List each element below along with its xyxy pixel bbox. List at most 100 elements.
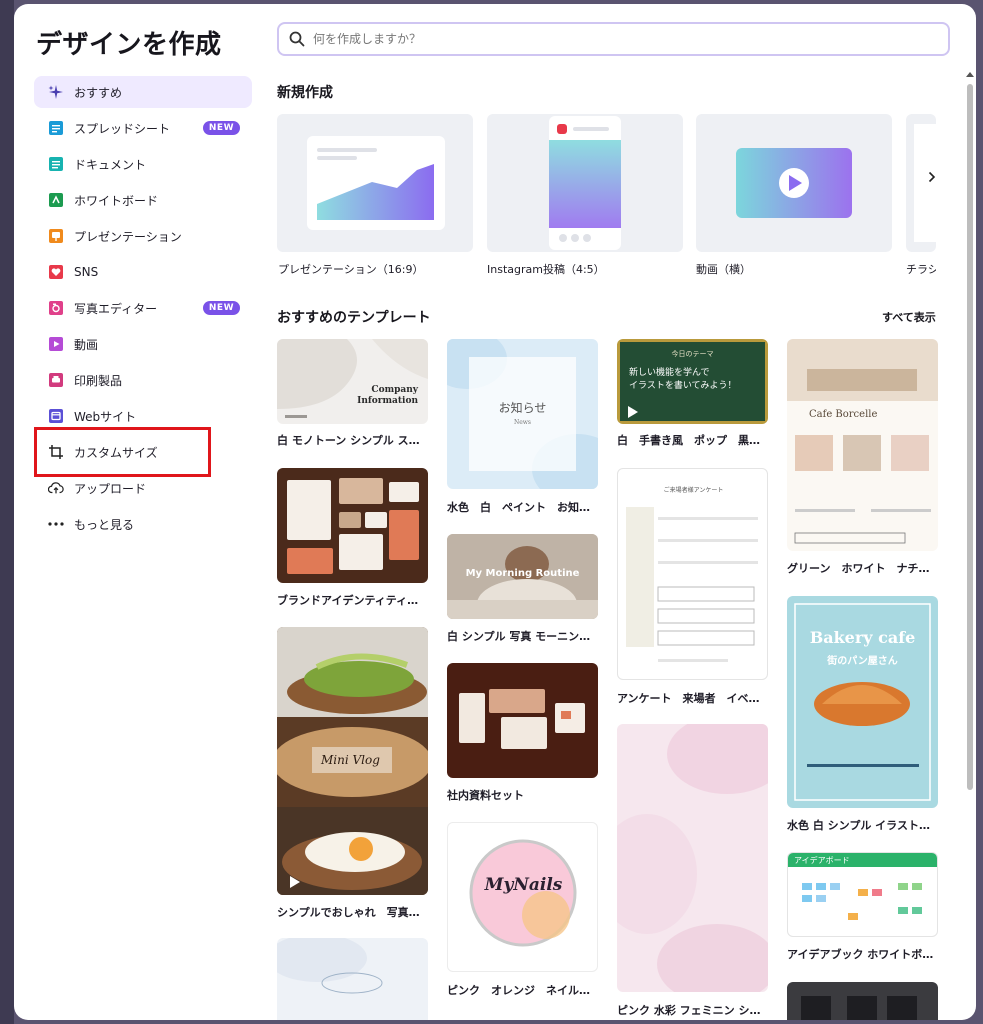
template-label: 水色 白 シンプル イラスト… — [787, 819, 930, 832]
template-label: アイデアブック ホワイトボ… — [787, 948, 934, 961]
new-item-label: Instagram投稿（4:5） — [487, 263, 605, 276]
template-thumb-text: My Morning Routine — [465, 568, 580, 579]
sidebar-item-label: ドキュメント — [74, 157, 147, 172]
template-thumbnail[interactable] — [277, 938, 428, 1020]
template-thumb-text: Bakery cafe — [809, 628, 916, 647]
sidebar-item-photo-editor[interactable]: 写真エディター NEW — [34, 292, 252, 324]
template-thumbnail[interactable] — [277, 468, 428, 583]
template-label: 社内資料セット — [447, 789, 524, 802]
template-label: 白 手書き風 ポップ 黒… — [617, 434, 760, 447]
template-label: 白 モノトーン シンプル ス… — [277, 434, 420, 447]
create-design-dialog: デザインを作成 おすすめ スプレッドシート NEW ドキュメント ホワイトボード… — [14, 4, 976, 1020]
chevron-right-icon — [928, 171, 936, 183]
sidebar-item-label: ホワイトボード — [74, 193, 159, 208]
template-thumbnail[interactable]: MyNails — [447, 822, 598, 972]
show-all-link[interactable]: すべて表示 — [882, 309, 936, 325]
more-dots-icon — [48, 516, 64, 532]
new-video-card[interactable] — [696, 114, 892, 252]
scroll-up-arrow-icon[interactable] — [965, 70, 975, 78]
sidebar-item-label: スプレッドシート — [74, 121, 171, 136]
template-thumbnail[interactable] — [447, 663, 598, 778]
document-icon — [48, 156, 64, 172]
template-label: アンケート 来場者 イベ… — [617, 692, 760, 705]
new-instagram-card[interactable] — [487, 114, 683, 252]
camera-icon — [48, 300, 64, 316]
template-thumb-text: Company Information — [357, 385, 418, 406]
template-thumb-text: Mini Vlog — [321, 753, 380, 767]
sidebar-item-recommended[interactable]: おすすめ — [34, 76, 252, 108]
presentation-icon — [48, 228, 64, 244]
sidebar-item-label: もっと見る — [74, 517, 135, 532]
template-thumb-text: お知らせ — [498, 401, 547, 415]
sidebar-item-label: 動画 — [74, 337, 99, 352]
template-thumb-text: Cafe Borcelle — [809, 409, 878, 420]
sidebar-item-spreadsheet[interactable]: スプレッドシート NEW — [34, 112, 252, 144]
new-badge: NEW — [202, 121, 240, 135]
scrollbar-thumb[interactable] — [967, 84, 973, 790]
template-thumbnail[interactable]: Cafe Borcelle — [787, 339, 938, 551]
highlight-box — [34, 427, 211, 477]
template-thumb-subtext: News — [513, 419, 531, 426]
template-thumbnail[interactable]: お知らせ News — [447, 339, 598, 489]
carousel-next-button[interactable] — [920, 164, 944, 190]
new-item-label: チラシ — [906, 263, 936, 276]
template-artwork — [459, 689, 585, 749]
template-label: グリーン ホワイト ナチ… — [787, 562, 930, 575]
template-label: シンプルでおしゃれ 写真… — [277, 906, 420, 919]
play-icon — [628, 406, 638, 418]
sidebar-item-label: SNS — [74, 265, 99, 279]
template-thumbnail[interactable]: Company Information — [277, 339, 428, 424]
template-thumb-subtext: 街のパン屋さん — [827, 656, 898, 667]
new-item-label: プレゼンテーション（16:9） — [278, 263, 424, 276]
template-thumbnail[interactable]: 今日のテーマ 新しい機能を学んで イラストを書いてみよう！ — [617, 339, 768, 424]
template-thumbnail[interactable]: Mini Vlog — [277, 627, 428, 895]
instagram-thumbnail — [549, 116, 621, 250]
cloud-upload-icon — [48, 480, 64, 496]
template-artwork — [801, 996, 917, 1020]
template-thumbnail[interactable]: My Morning Routine — [447, 534, 598, 619]
template-thumb-text: アイデアボード — [794, 856, 850, 865]
sidebar-item-video[interactable]: 動画 — [34, 328, 252, 360]
sidebar-item-label: Webサイト — [74, 409, 137, 424]
template-thumb-text: ご来場者様アンケート — [663, 487, 724, 494]
search-icon — [289, 31, 305, 47]
sidebar-item-label: アップロード — [74, 481, 147, 496]
new-presentation-card[interactable] — [277, 114, 473, 252]
sidebar-item-sns[interactable]: SNS — [34, 256, 252, 288]
sidebar-item-presentation[interactable]: プレゼンテーション — [34, 220, 252, 252]
template-artwork — [287, 478, 419, 574]
template-artwork — [787, 339, 938, 544]
template-thumbnail[interactable]: ご来場者様アンケート — [617, 468, 768, 680]
sidebar-item-document[interactable]: ドキュメント — [34, 148, 252, 180]
sidebar-item-print[interactable]: 印刷製品 — [34, 364, 252, 396]
sidebar-item-label: 写真エディター — [74, 301, 158, 316]
template-label: ピンク オレンジ ネイル… — [447, 984, 590, 997]
sidebar-item-whiteboard[interactable]: ホワイトボード — [34, 184, 252, 216]
website-icon — [48, 408, 64, 424]
template-thumbnail[interactable]: Bakery cafe 街のパン屋さん — [787, 596, 938, 808]
template-thumbnail[interactable]: アイデアボード — [787, 852, 938, 937]
template-artwork — [626, 507, 758, 662]
heart-icon — [48, 264, 64, 280]
template-thumb-subtext: 新しい機能を学んで イラストを書いてみよう！ — [629, 368, 737, 391]
template-artwork — [469, 839, 577, 947]
templates-section-title: おすすめのテンプレート — [277, 310, 431, 326]
new-section-title: 新規作成 — [277, 85, 333, 101]
sidebar-item-more[interactable]: もっと見る — [34, 508, 252, 540]
presentation-thumbnail — [307, 136, 445, 230]
template-label: 白 シンプル 写真 モーニン… — [447, 630, 591, 643]
template-label: ブランドアイデンティティ… — [277, 594, 419, 607]
search-input[interactable] — [313, 32, 913, 46]
play-icon — [290, 876, 300, 888]
video-icon — [48, 336, 64, 352]
new-item-label: 動画（横） — [696, 263, 751, 276]
template-thumbnail[interactable] — [787, 982, 938, 1020]
template-artwork — [617, 724, 768, 992]
printer-icon — [48, 372, 64, 388]
template-label: 水色 白 ペイント お知… — [447, 501, 590, 514]
search-box[interactable] — [277, 22, 950, 56]
sidebar-item-label: おすすめ — [74, 85, 123, 100]
template-thumbnail[interactable] — [617, 724, 768, 992]
template-artwork — [277, 339, 428, 418]
backdrop — [0, 0, 14, 1024]
